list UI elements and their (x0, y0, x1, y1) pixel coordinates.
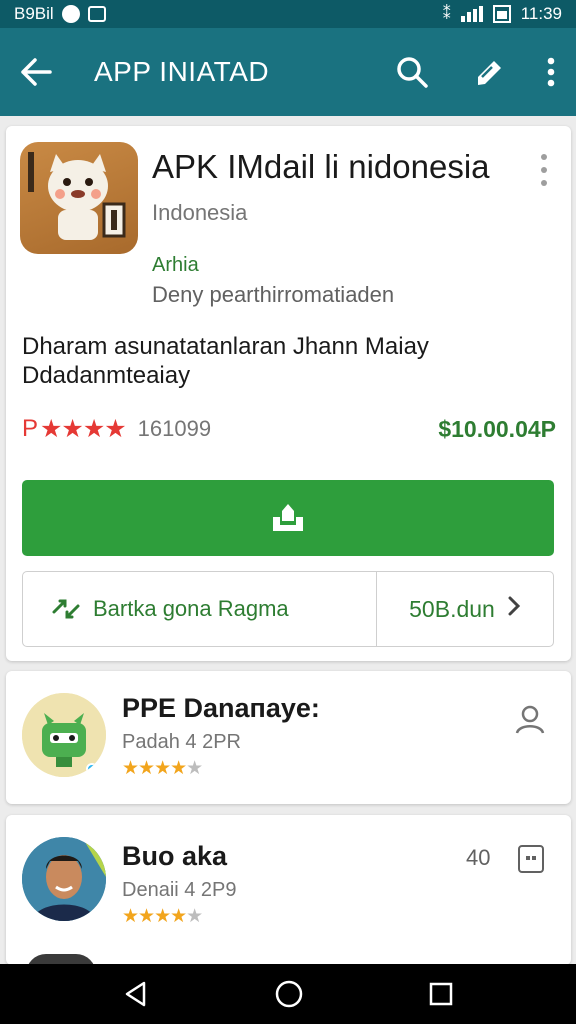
secondary-action-row: Bartka gona Ragma 50B.dun (22, 571, 554, 647)
edit-icon[interactable] (450, 28, 526, 116)
list-item[interactable]: PPE Danaпаye: Padah 4 2PR ★★★★★ (6, 671, 571, 804)
rating-row: P ★★★★ 161099 $10.00.04P (22, 414, 556, 444)
list-item-title: PPE Danaпаye: (122, 693, 320, 723)
sync-arrows-icon (52, 599, 80, 619)
list-item-title: Buo aka (122, 841, 228, 871)
avatar (22, 837, 106, 921)
app-subtitle: Indonesia (152, 200, 248, 225)
overflow-menu-icon[interactable] (534, 154, 554, 186)
chevron-right-icon (507, 595, 521, 624)
app-icon[interactable] (20, 142, 138, 254)
list-item-meta: 40 (466, 845, 491, 870)
list-item-subtitle: Padah 4 2PR (122, 731, 241, 753)
nav-recents-icon[interactable] (428, 981, 454, 1007)
share-label: Bartka gona Ragma (93, 596, 289, 621)
price-label: $10.00.04P (438, 415, 556, 442)
page-title: APP INIATAD (94, 56, 270, 87)
app-bar: APP INIATAD (0, 28, 576, 116)
status-time: 11:39 (520, 4, 562, 23)
install-button[interactable] (22, 480, 554, 556)
list-item-subtitle: Denaii 4 2P9 (122, 879, 237, 901)
search-icon[interactable] (374, 28, 450, 116)
app-note: Deny pearthirromatiaden (152, 282, 395, 307)
share-button[interactable]: Bartka gona Ragma (23, 572, 377, 646)
star-rating: ★★★★ (40, 415, 127, 443)
app-detail-card: APK IMdail li nidonesia Indonesia Arhia … (6, 126, 571, 661)
vibrate-icon: ⁑ (442, 6, 451, 23)
arrow-back-icon[interactable] (0, 28, 72, 116)
list-item[interactable]: Buo aka Denaii 4 2P9 ★★★★★ 40 (6, 815, 571, 965)
gallery-notification-icon (87, 6, 106, 22)
details-label: 50B.dun (409, 595, 495, 622)
system-nav-bar (0, 964, 576, 1024)
signal-icon (460, 6, 483, 22)
details-button[interactable]: 50B.dun (377, 572, 553, 646)
person-icon[interactable] (514, 703, 546, 735)
developer-link[interactable]: Arhia (152, 254, 199, 277)
more-vert-icon[interactable] (526, 28, 576, 116)
rating-count: 161099 (137, 416, 212, 441)
nav-back-icon[interactable] (122, 980, 150, 1008)
battery-icon (492, 5, 511, 23)
avatar (22, 693, 106, 777)
notification-icon (61, 5, 80, 23)
status-bar: B9Bil ⁑ 11:39 (0, 0, 576, 28)
app-description: Dharam asunatatanlaran Jhann Maiay Ddada… (22, 333, 429, 389)
app-title: APK IMdail li nidonesia (152, 148, 490, 185)
nav-home-icon[interactable] (274, 979, 304, 1009)
box-icon[interactable] (518, 845, 544, 873)
list-item-rating: ★★★★★ (122, 758, 203, 779)
rating-prefix: P (22, 415, 39, 442)
list-item-rating: ★★★★★ (122, 906, 203, 927)
install-icon (273, 504, 303, 531)
status-left-text: B9Bil (14, 4, 54, 23)
